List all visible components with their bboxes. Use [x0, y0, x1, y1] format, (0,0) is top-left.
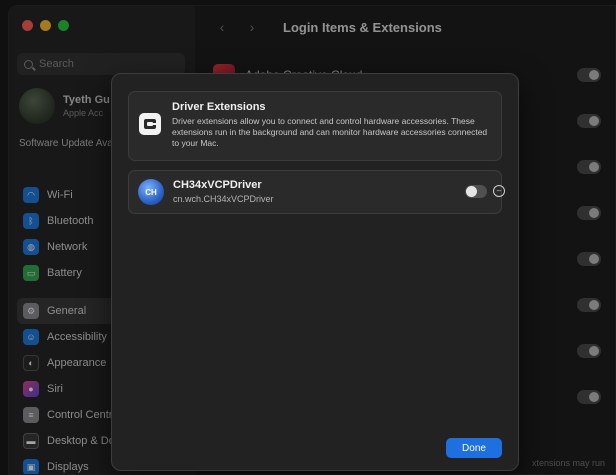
driver-name: CH34xVCPDriver — [173, 179, 262, 191]
done-button[interactable]: Done — [446, 438, 502, 458]
driver-row: CH CH34xVCPDriver cn.wch.CH34xVCPDriver … — [128, 170, 505, 214]
ch34x-driver-icon: CH — [138, 179, 164, 205]
driver-bundle-id: cn.wch.CH34xVCPDriver — [173, 194, 274, 204]
info-description: Driver extensions allow you to connect a… — [172, 116, 488, 148]
driver-extensions-sheet: Driver Extensions Driver extensions allo… — [111, 73, 519, 471]
info-title: Driver Extensions — [172, 101, 266, 113]
driver-extension-icon — [139, 113, 161, 135]
minus-circle-icon: – — [496, 186, 502, 195]
driver-extensions-info: Driver Extensions Driver extensions allo… — [128, 91, 502, 161]
driver-info-button[interactable]: – — [493, 185, 505, 197]
driver-enable-toggle[interactable] — [465, 185, 487, 198]
